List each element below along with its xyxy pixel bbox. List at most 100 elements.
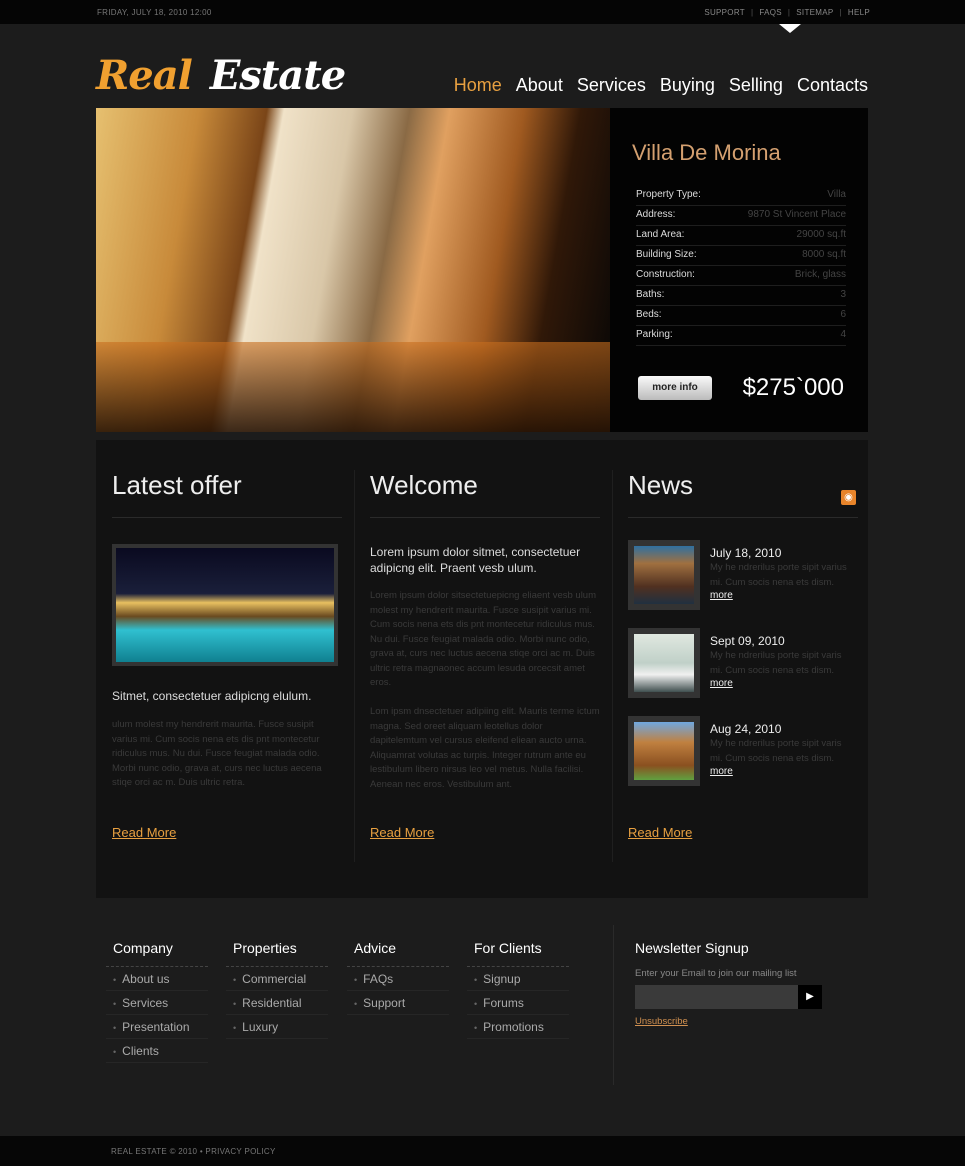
news-more-link[interactable]: more: [710, 678, 733, 689]
news-heading: News: [628, 470, 858, 518]
latest-offer-read-more[interactable]: Read More: [112, 825, 176, 840]
bottom-bar: REAL ESTATE © 2010 • PRIVACY POLICY: [0, 1136, 965, 1166]
nav-contacts[interactable]: Contacts: [797, 75, 868, 96]
copyright[interactable]: REAL ESTATE © 2010 • PRIVACY POLICY: [111, 1147, 276, 1156]
footer-link[interactable]: Promotions: [467, 1015, 569, 1039]
spec-row: Property Type: Villa: [636, 186, 846, 206]
hero-villa-image: [96, 108, 610, 432]
footer-link[interactable]: Residential: [226, 991, 328, 1015]
top-bar: FRIDAY, JULY 18, 2010 12:00 SUPPORT | FAQ…: [0, 0, 965, 24]
welcome-column: Welcome Lorem ipsum dolor sitmet, consec…: [370, 470, 600, 840]
news-item: Sept 09, 2010 My he ndrerilus porte sipi…: [628, 628, 858, 700]
date-text: FRIDAY, JULY 18, 2010 12:00: [97, 8, 212, 17]
spec-label: Address:: [636, 209, 676, 220]
footer-column-heading: Properties: [226, 940, 328, 967]
divider: |: [787, 8, 791, 17]
latest-offer-heading: Latest offer: [112, 470, 342, 518]
footer-link[interactable]: About us: [106, 967, 208, 991]
property-specs: Property Type: Villa Address: 9870 St Vince…: [636, 186, 846, 346]
unsubscribe-link[interactable]: Unsubscribe: [635, 1016, 688, 1027]
submit-arrow-icon[interactable]: ▶: [798, 985, 822, 1009]
footer-link[interactable]: Signup: [467, 967, 569, 991]
news-date: Aug 24, 2010: [710, 722, 782, 736]
footer-link[interactable]: FAQs: [347, 967, 449, 991]
latest-offer-lead: Sitmet, consectetuer adipicng elulum.: [112, 689, 312, 703]
rss-icon[interactable]: ◉: [841, 490, 856, 505]
logo-part1: Real: [96, 52, 193, 99]
spec-row: Baths: 3: [636, 286, 846, 306]
spec-row: Address: 9870 St Vincent Place: [636, 206, 846, 226]
divider: |: [839, 8, 842, 17]
footer-link[interactable]: Clients: [106, 1039, 208, 1063]
spec-value: 9870 St Vincent Place: [747, 209, 846, 220]
logo[interactable]: Real Estate: [96, 52, 346, 99]
news-text: My he ndrerilus porte sipit varis mi. Cu…: [710, 738, 842, 764]
divider: |: [750, 8, 754, 17]
nav-selling[interactable]: Selling: [729, 75, 783, 96]
top-links: SUPPORT | FAQS | SITEMAP | HELP: [704, 8, 870, 17]
spec-row: Land Area: 29000 sq.ft: [636, 226, 846, 246]
footer-link[interactable]: Support: [347, 991, 449, 1015]
more-info-button[interactable]: more info: [638, 376, 712, 400]
property-panel: Villa De Morina Property Type: Villa Addre…: [610, 108, 868, 432]
footer-link[interactable]: Forums: [467, 991, 569, 1015]
footer-column-advice: AdviceFAQsSupport: [347, 940, 449, 1015]
sitemap-link[interactable]: SITEMAP: [796, 8, 833, 17]
divider: [613, 925, 614, 1085]
main-nav: Home About Services Buying Selling Conta…: [454, 75, 868, 96]
news-date: July 18, 2010: [710, 546, 782, 560]
news-thumbnail[interactable]: [628, 628, 700, 698]
nav-about[interactable]: About: [516, 75, 563, 96]
news-text: My he ndrerilus porte sipit varius mi. C…: [710, 562, 847, 588]
nav-buying[interactable]: Buying: [660, 75, 715, 96]
footer-link[interactable]: Presentation: [106, 1015, 208, 1039]
faqs-link[interactable]: FAQS: [759, 8, 782, 17]
welcome-body-2: Lom ipsm dnsectetuer adipiing elit. Maur…: [370, 706, 600, 790]
spec-value: 8000 sq.ft: [802, 249, 846, 260]
welcome-read-more[interactable]: Read More: [370, 825, 434, 840]
footer-column-properties: PropertiesCommercialResidentialLuxury: [226, 940, 328, 1039]
spec-value: 4: [840, 329, 846, 340]
news-thumbnail[interactable]: [628, 540, 700, 610]
newsletter-hint: Enter your Email to join our mailing lis…: [635, 968, 797, 979]
divider: [354, 470, 355, 862]
spec-value: 6: [840, 309, 846, 320]
welcome-lead: Lorem ipsum dolor sitmet, consectetuer a…: [370, 545, 581, 575]
spec-value: 3: [840, 289, 846, 300]
latest-offer-image[interactable]: [112, 544, 338, 666]
footer-column-for-clients: For ClientsSignupForumsPromotions: [467, 940, 569, 1039]
help-link[interactable]: HELP: [848, 8, 870, 17]
email-input[interactable]: [635, 985, 799, 1009]
content-panel: Latest offer Sitmet, consectetuer adipic…: [96, 440, 868, 898]
spec-label: Property Type:: [636, 189, 701, 200]
property-title: Villa De Morina: [632, 140, 781, 165]
logo-part2: Estate: [209, 52, 346, 99]
footer-link[interactable]: Luxury: [226, 1015, 328, 1039]
footer-link[interactable]: Services: [106, 991, 208, 1015]
news-more-link[interactable]: more: [710, 766, 733, 777]
news-read-more[interactable]: Read More: [628, 825, 692, 840]
footer-column-heading: For Clients: [467, 940, 569, 967]
spec-row: Beds: 6: [636, 306, 846, 326]
spec-label: Land Area:: [636, 229, 685, 240]
news-thumbnail[interactable]: [628, 716, 700, 786]
property-price: $275`000: [742, 374, 844, 401]
footer-link[interactable]: Commercial: [226, 967, 328, 991]
spec-row: Building Size: 8000 sq.ft: [636, 246, 846, 266]
footer-column-company: CompanyAbout usServicesPresentationClien…: [106, 940, 208, 1063]
spec-label: Beds:: [636, 309, 662, 320]
newsletter-heading: Newsletter Signup: [635, 940, 749, 956]
newsletter-signup: Newsletter Signup Enter your Email to jo…: [635, 940, 835, 1027]
news-item: July 18, 2010 My he ndrerilus porte sipi…: [628, 540, 858, 612]
spec-row: Parking: 4: [636, 326, 846, 346]
support-link[interactable]: SUPPORT: [704, 8, 745, 17]
spec-value: Brick, glass: [794, 269, 846, 280]
news-date: Sept 09, 2010: [710, 634, 785, 648]
news-column: News ◉ July 18, 2010 My he ndrerilus por…: [628, 470, 858, 840]
news-more-link[interactable]: more: [710, 590, 733, 601]
welcome-body-1: Lorem ipsum dolor sitsectetuepicng eliae…: [370, 590, 597, 688]
nav-home[interactable]: Home: [454, 75, 502, 96]
triangle-indicator-icon: [779, 24, 801, 33]
spec-label: Construction:: [636, 269, 695, 280]
nav-services[interactable]: Services: [577, 75, 646, 96]
